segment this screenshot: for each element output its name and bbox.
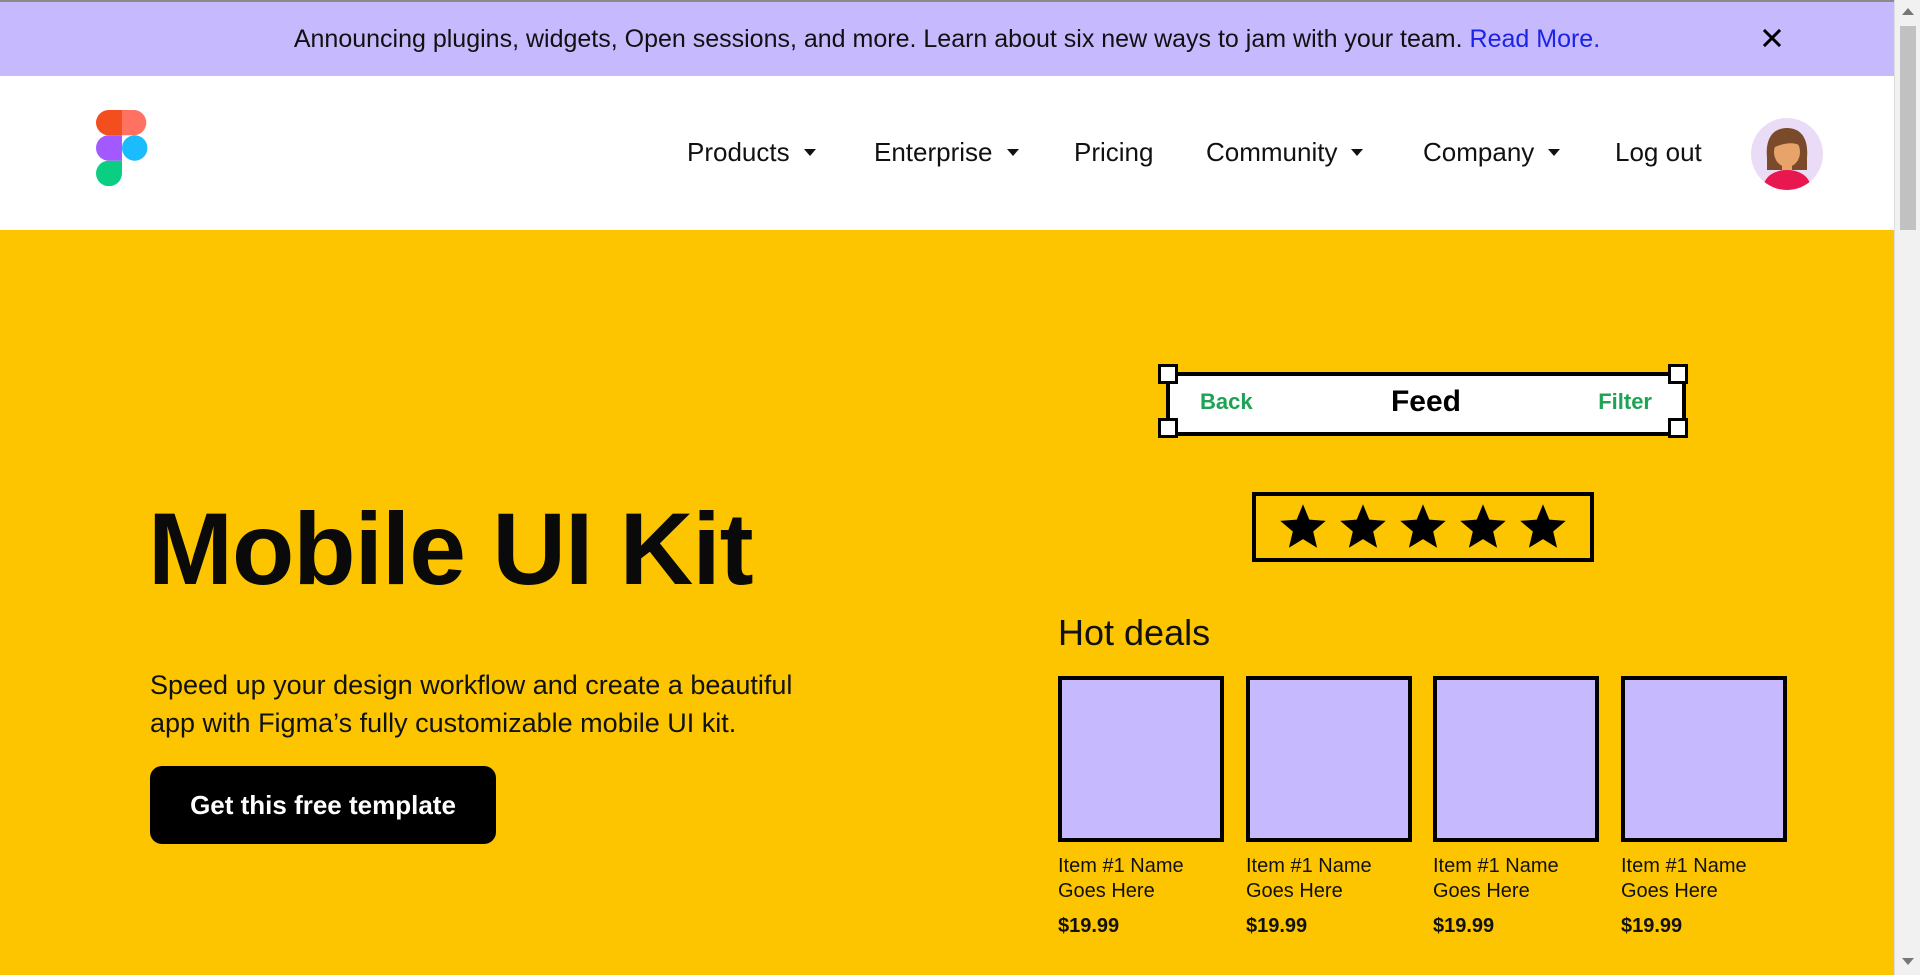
star-icon xyxy=(1520,504,1566,548)
deal-card-price: $19.99 xyxy=(1621,915,1683,937)
nav-item-company[interactable]: Company xyxy=(1423,134,1561,170)
nav-item-label: Community xyxy=(1206,136,1338,167)
hot-deals-heading: Hot deals xyxy=(1058,612,1211,653)
feed-header-mockup: Back Feed Filter xyxy=(1166,372,1686,436)
page: Announcing plugins, widgets, Open sessio… xyxy=(0,0,1894,975)
scrollbar-thumb[interactable] xyxy=(1900,26,1916,230)
nav-item-label: Enterprise xyxy=(874,136,993,167)
scroll-up-arrow-icon[interactable] xyxy=(1902,8,1914,15)
nav-item-enterprise[interactable]: Enterprise xyxy=(874,134,1019,170)
caret-down-icon xyxy=(1006,148,1019,156)
deal-card-name: Item #1 Name Goes Here xyxy=(1246,855,1372,902)
selection-handle xyxy=(1158,364,1178,384)
hero-section: Mobile UI Kit Speed up your design workf… xyxy=(0,230,1894,975)
selection-handle xyxy=(1158,418,1178,438)
top-navigation: Products Enterprise Pricing Community Co… xyxy=(0,76,1894,230)
read-more-link[interactable]: Read More. xyxy=(1470,25,1601,54)
nav-item-community[interactable]: Community xyxy=(1206,134,1364,170)
deal-card: Item #1 Name Goes Here $19.99 xyxy=(1246,676,1412,938)
nav-item-label: Log out xyxy=(1615,136,1702,167)
hero-description: Speed up your design workflow and create… xyxy=(150,670,793,738)
deal-card-image xyxy=(1621,676,1787,842)
banner-text: Announcing plugins, widgets, Open sessio… xyxy=(293,24,1463,53)
hero-title: Mobile UI Kit xyxy=(148,492,754,606)
vertical-scrollbar[interactable] xyxy=(1894,0,1920,975)
nav-item-label: Products xyxy=(687,136,790,167)
close-icon xyxy=(1762,28,1782,48)
selection-handle xyxy=(1668,418,1688,438)
caret-down-icon xyxy=(1548,148,1561,156)
deal-card-image xyxy=(1246,676,1412,842)
nav-item-products[interactable]: Products xyxy=(687,134,816,170)
star-icon xyxy=(1280,504,1326,548)
get-template-button[interactable]: Get this free template xyxy=(150,766,496,844)
user-avatar-icon xyxy=(1763,128,1811,190)
deal-card-name: Item #1 Name Goes Here xyxy=(1621,855,1747,902)
selection-handle xyxy=(1668,364,1688,384)
deal-card-image xyxy=(1433,676,1599,842)
star-icon xyxy=(1460,504,1506,548)
nav-item-pricing[interactable]: Pricing xyxy=(1074,134,1153,170)
announcement-banner: Announcing plugins, widgets, Open sessio… xyxy=(0,0,1894,76)
deal-card-price: $19.99 xyxy=(1246,915,1308,937)
deal-card-price: $19.99 xyxy=(1058,915,1120,937)
nav-item-label: Company xyxy=(1423,136,1535,167)
deal-card: Item #1 Name Goes Here $19.99 xyxy=(1621,676,1787,938)
deal-card-price: $19.99 xyxy=(1433,915,1495,937)
deal-card-name: Item #1 Name Goes Here xyxy=(1433,855,1559,902)
star-icon xyxy=(1400,504,1446,548)
close-banner-button[interactable] xyxy=(1756,22,1788,54)
caret-down-icon xyxy=(1351,148,1364,156)
figma-logo-icon[interactable] xyxy=(96,110,148,186)
nav-item-log-out[interactable]: Log out xyxy=(1615,134,1702,170)
deal-card-image xyxy=(1058,676,1224,842)
star-rating xyxy=(1252,492,1594,562)
caret-down-icon xyxy=(803,148,816,156)
deal-card-name: Item #1 Name Goes Here xyxy=(1058,855,1184,902)
star-icon xyxy=(1340,504,1386,548)
scroll-down-arrow-icon[interactable] xyxy=(1902,958,1914,965)
deal-card: Item #1 Name Goes Here $19.99 xyxy=(1058,676,1224,938)
deal-card: Item #1 Name Goes Here $19.99 xyxy=(1433,676,1599,938)
feed-filter-label: Filter xyxy=(1598,389,1652,414)
nav-item-label: Pricing xyxy=(1074,136,1154,167)
user-avatar[interactable] xyxy=(1751,118,1823,190)
